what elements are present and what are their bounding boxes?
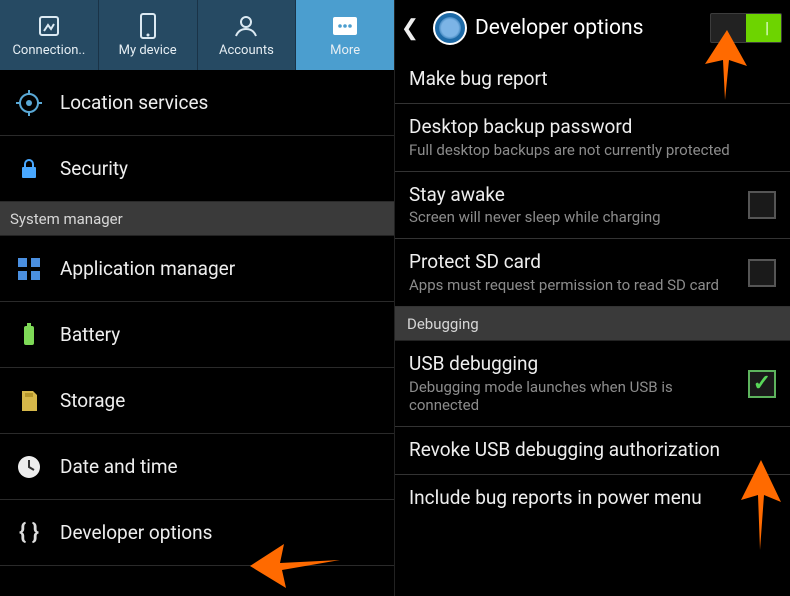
row-developer-options[interactable]: { } Developer options — [0, 500, 394, 566]
row-app-manager[interactable]: Application manager — [0, 236, 394, 302]
battery-icon — [14, 320, 44, 350]
opt-subtitle: Screen will never sleep while charging — [409, 208, 738, 226]
opt-title: Protect SD card — [409, 251, 738, 274]
more-icon — [331, 13, 359, 39]
stay-awake-checkbox[interactable] — [748, 191, 776, 219]
tab-mydevice[interactable]: My device — [99, 0, 198, 70]
row-label: Battery — [60, 323, 120, 346]
row-label: Developer options — [60, 521, 212, 544]
tab-label: More — [330, 43, 360, 58]
opt-usb-debugging[interactable]: USB debugging Debugging mode launches wh… — [395, 341, 790, 427]
row-location[interactable]: Location services — [0, 70, 394, 136]
settings-gear-icon — [433, 11, 467, 45]
row-security[interactable]: Security — [0, 136, 394, 202]
opt-revoke-usb-auth[interactable]: Revoke USB debugging authorization — [395, 427, 790, 475]
row-label: Date and time — [60, 455, 178, 478]
tab-label: Accounts — [219, 43, 274, 58]
usb-debugging-checkbox[interactable] — [748, 370, 776, 398]
row-label: Location services — [60, 91, 208, 114]
app-manager-icon — [14, 254, 44, 284]
opt-protect-sd[interactable]: Protect SD card Apps must request permis… — [395, 239, 790, 307]
back-chevron-icon[interactable]: ❮ — [395, 16, 425, 41]
opt-subtitle: Debugging mode launches when USB is conn… — [409, 378, 738, 414]
tab-more[interactable]: More — [296, 0, 394, 70]
settings-panel-left: Connection.. My device Accounts More Loc… — [0, 0, 395, 596]
page-title: Developer options — [475, 16, 702, 40]
opt-title: Revoke USB debugging authorization — [409, 439, 776, 462]
opt-title: Include bug reports in power menu — [409, 487, 776, 510]
location-icon — [14, 88, 44, 118]
braces-icon: { } — [14, 518, 44, 548]
opt-include-bug-reports[interactable]: Include bug reports in power menu — [395, 475, 790, 522]
row-battery[interactable]: Battery — [0, 302, 394, 368]
section-debugging: Debugging — [395, 307, 790, 341]
tab-accounts[interactable]: Accounts — [198, 0, 297, 70]
accounts-icon — [233, 13, 259, 39]
opt-title: Desktop backup password — [409, 116, 776, 139]
opt-stay-awake[interactable]: Stay awake Screen will never sleep while… — [395, 172, 790, 240]
developer-options-toggle[interactable] — [710, 13, 782, 43]
storage-icon — [14, 386, 44, 416]
row-label: Application manager — [60, 257, 235, 280]
developer-header: ❮ Developer options — [395, 0, 790, 56]
opt-title: USB debugging — [409, 353, 738, 376]
opt-subtitle: Full desktop backups are not currently p… — [409, 141, 776, 159]
tab-label: My device — [119, 43, 177, 58]
developer-options-panel: ❮ Developer options Make bug report Desk… — [395, 0, 790, 596]
opt-make-bug-report[interactable]: Make bug report — [395, 56, 790, 104]
opt-subtitle: Apps must request permission to read SD … — [409, 276, 738, 294]
opt-title: Make bug report — [409, 68, 776, 91]
row-storage[interactable]: Storage — [0, 368, 394, 434]
opt-desktop-backup-password[interactable]: Desktop backup password Full desktop bac… — [395, 104, 790, 172]
security-icon — [14, 154, 44, 184]
clock-icon — [14, 452, 44, 482]
settings-tabs: Connection.. My device Accounts More — [0, 0, 394, 70]
protect-sd-checkbox[interactable] — [748, 259, 776, 287]
tab-connections[interactable]: Connection.. — [0, 0, 99, 70]
tab-label: Connection.. — [12, 43, 85, 58]
section-system-manager: System manager — [0, 202, 394, 236]
opt-title: Stay awake — [409, 184, 738, 207]
row-label: Security — [60, 157, 128, 180]
row-label: Storage — [60, 389, 125, 412]
connections-icon — [37, 13, 61, 39]
device-icon — [137, 13, 159, 39]
row-date-time[interactable]: Date and time — [0, 434, 394, 500]
